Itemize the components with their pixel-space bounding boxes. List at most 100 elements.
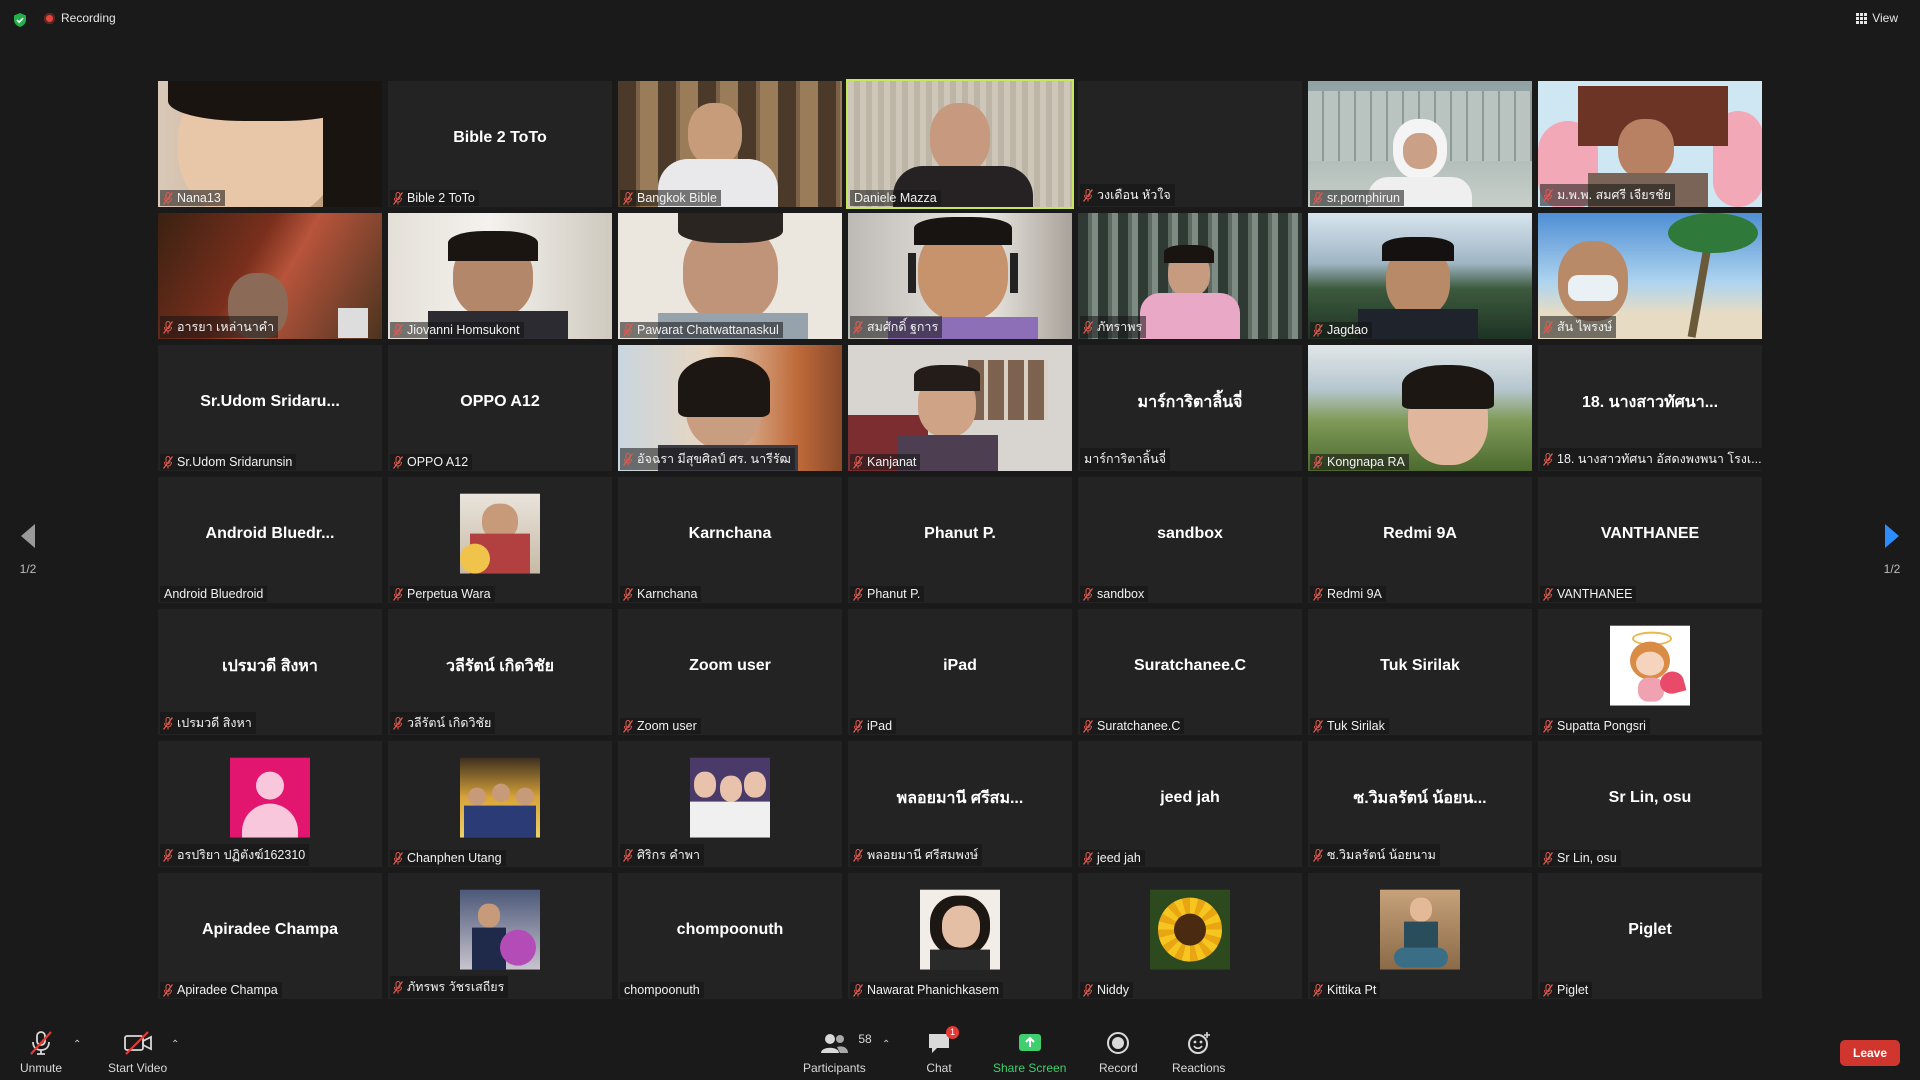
participant-avatar xyxy=(1150,889,1230,970)
unmute-button[interactable]: Unmute xyxy=(20,1030,62,1075)
participant-tile[interactable]: ศิริกร คำพา xyxy=(618,741,842,867)
participant-name: ศิริกร คำพา xyxy=(637,848,701,862)
participant-avatar xyxy=(1380,889,1460,970)
participant-nameplate: sandbox xyxy=(1080,586,1149,602)
participant-tile[interactable]: อารยา เหล่านาคำ xyxy=(158,213,382,339)
participant-avatar xyxy=(1610,625,1690,706)
participant-name: วลีรัตน์ เกิดวิชัย xyxy=(407,716,492,730)
audio-options-caret[interactable]: ⌃ xyxy=(73,1039,81,1050)
chat-button[interactable]: 1 Chat xyxy=(926,1026,959,1075)
participant-tile[interactable]: สมศักดิ์ ฐการ xyxy=(848,213,1072,339)
page-indicator-left: 1/2 xyxy=(19,562,37,576)
participant-nameplate: Supatta Pongsri xyxy=(1540,718,1650,734)
participant-tile[interactable]: Tuk Sirilak Tuk Sirilak xyxy=(1308,609,1532,735)
participant-tile[interactable]: ม.พ.พ. สมศรี เจียรชัย xyxy=(1538,81,1762,207)
participant-video xyxy=(1308,345,1532,471)
participant-tile[interactable]: Apiradee Champa Apiradee Champa xyxy=(158,873,382,999)
participant-name: iPad xyxy=(867,719,893,733)
next-page-button[interactable]: 1/2 xyxy=(1867,522,1917,576)
muted-microphone-icon xyxy=(163,848,173,862)
participant-tile[interactable]: Supatta Pongsri xyxy=(1538,609,1762,735)
start-video-label: Start Video xyxy=(108,1061,168,1075)
participant-tile[interactable]: Bangkok Bible xyxy=(618,81,842,207)
participant-nameplate: Piglet xyxy=(1540,982,1593,998)
view-button[interactable]: View xyxy=(1856,11,1898,25)
participant-tile[interactable]: วงเดือน หัวใจ xyxy=(1078,81,1302,207)
participant-nameplate: ซ.วิมลรัตน์ น้อยนาม xyxy=(1310,844,1440,866)
participant-tile[interactable]: อรปริยา ปฏิตังฆ์162310 xyxy=(158,741,382,867)
top-bar: Recording View xyxy=(0,0,1920,40)
participant-tile[interactable]: 18. นางสาวทัศนา... 18. นางสาวทัศนา อัสดงพ… xyxy=(1538,345,1762,471)
record-button[interactable]: Record xyxy=(1099,1030,1138,1075)
participant-tile[interactable]: Suratchanee.C Suratchanee.C xyxy=(1078,609,1302,735)
participant-tile[interactable]: sandbox sandbox xyxy=(1078,477,1302,603)
participant-video xyxy=(388,213,612,339)
video-options-caret[interactable]: ⌃ xyxy=(171,1039,179,1050)
participant-tile[interactable]: Karnchana Karnchana xyxy=(618,477,842,603)
muted-microphone-icon xyxy=(1313,719,1323,733)
reactions-button[interactable]: Reactions xyxy=(1172,1030,1225,1075)
participant-nameplate: Daniele Mazza xyxy=(850,190,941,206)
participant-tile[interactable]: jeed jah jeed jah xyxy=(1078,741,1302,867)
participant-tile[interactable]: อัจฉรา มีสุขศิลป์ ศร. นารีรัฒ xyxy=(618,345,842,471)
participant-tile[interactable]: Jagdao xyxy=(1308,213,1532,339)
participant-tile[interactable]: Nana13 xyxy=(158,81,382,207)
share-screen-button[interactable]: Share Screen xyxy=(993,1030,1066,1075)
participant-tile[interactable]: มาร์การิตาลิ้นจี่ มาร์การิตาลิ้นจี่ xyxy=(1078,345,1302,471)
participant-tile[interactable]: Kittika Pt xyxy=(1308,873,1532,999)
muted-microphone-icon xyxy=(1083,587,1093,601)
participant-tile[interactable]: Bible 2 ToTo Bible 2 ToTo xyxy=(388,81,612,207)
participant-tile[interactable]: Android Bluedr... Android Bluedroid xyxy=(158,477,382,603)
participant-gallery: Nana13 Bible 2 ToTo Bible 2 ToTo Bangkok Bi… xyxy=(158,79,1762,999)
participant-tile[interactable]: iPad iPad xyxy=(848,609,1072,735)
participant-tile[interactable]: Pawarat Chatwattanaskul xyxy=(618,213,842,339)
participant-tile[interactable]: OPPO A12 OPPO A12 xyxy=(388,345,612,471)
muted-microphone-icon xyxy=(623,191,633,205)
participant-tile[interactable]: Redmi 9A Redmi 9A xyxy=(1308,477,1532,603)
participant-tile[interactable]: ซ.วิมลรัตน์ น้อยน... ซ.วิมลรัตน์ น้อยนาม xyxy=(1308,741,1532,867)
previous-page-button[interactable]: 1/2 xyxy=(3,522,53,576)
recording-indicator[interactable]: Recording xyxy=(44,11,116,25)
muted-microphone-icon xyxy=(1083,983,1093,997)
participant-display-title: Karnchana xyxy=(688,525,772,542)
participant-display-title: พลอยมานี ศรีสม... xyxy=(896,789,1024,807)
participant-tile[interactable]: วลีรัตน์ เกิดวิชัย วลีรัตน์ เกิดวิชัย xyxy=(388,609,612,735)
participant-tile[interactable]: Sr.Udom Sridaru... Sr.Udom Sridarunsin xyxy=(158,345,382,471)
participant-tile[interactable]: ภัทราพร xyxy=(1078,213,1302,339)
participant-name: jeed jah xyxy=(1097,851,1141,865)
participant-tile[interactable]: สัน ไพรงษ์ xyxy=(1538,213,1762,339)
participant-display-title: Zoom user xyxy=(689,657,771,674)
participant-tile[interactable]: Perpetua Wara xyxy=(388,477,612,603)
participant-tile[interactable]: Piglet Piglet xyxy=(1538,873,1762,999)
participant-tile[interactable]: sr.pornphirun xyxy=(1308,81,1532,207)
participant-tile[interactable]: Sr Lin, osu Sr Lin, osu xyxy=(1538,741,1762,867)
participants-options-caret[interactable]: ⌃ xyxy=(882,1039,890,1050)
participant-tile[interactable]: Nawarat Phanichkasem xyxy=(848,873,1072,999)
participant-tile[interactable]: Niddy xyxy=(1078,873,1302,999)
arrow-right-icon xyxy=(1885,524,1899,548)
participant-tile[interactable]: Kongnapa RA xyxy=(1308,345,1532,471)
leave-button[interactable]: Leave xyxy=(1840,1040,1900,1066)
participant-display-title: VANTHANEE xyxy=(1600,525,1700,542)
participant-tile[interactable]: Daniele Mazza xyxy=(846,79,1074,209)
participant-tile[interactable]: พลอยมานี ศรีสม... พลอยมานี ศรีสมพงษ์ xyxy=(848,741,1072,867)
participant-nameplate: Jiovanni Homsukont xyxy=(390,322,524,338)
participant-tile[interactable]: เปรมวดี สิงหา เปรมวดี สิงหา xyxy=(158,609,382,735)
participant-tile[interactable]: Zoom user Zoom user xyxy=(618,609,842,735)
participant-tile[interactable]: Jiovanni Homsukont xyxy=(388,213,612,339)
participant-tile[interactable]: VANTHANEE VANTHANEE xyxy=(1538,477,1762,603)
muted-microphone-icon xyxy=(1543,320,1553,334)
participant-tile[interactable]: Kanjanat xyxy=(848,345,1072,471)
participant-name: 18. นางสาวทัศนา อัสดงพงพนา โรงเ... xyxy=(1557,452,1762,466)
participant-tile[interactable]: Phanut P. Phanut P. xyxy=(848,477,1072,603)
security-shield-icon[interactable] xyxy=(12,12,28,28)
muted-microphone-icon xyxy=(623,719,633,733)
participant-tile[interactable]: Chanphen Utang xyxy=(388,741,612,867)
muted-microphone-icon xyxy=(163,320,173,334)
participant-nameplate: Tuk Sirilak xyxy=(1310,718,1389,734)
start-video-button[interactable]: Start Video xyxy=(108,1030,167,1075)
participant-tile[interactable]: ภัทรพร วัชรเสถียร xyxy=(388,873,612,999)
muted-microphone-icon xyxy=(30,1031,52,1055)
participants-button[interactable]: 58 Participants xyxy=(803,1030,872,1075)
participant-tile[interactable]: chompoonuth chompoonuth xyxy=(618,873,842,999)
